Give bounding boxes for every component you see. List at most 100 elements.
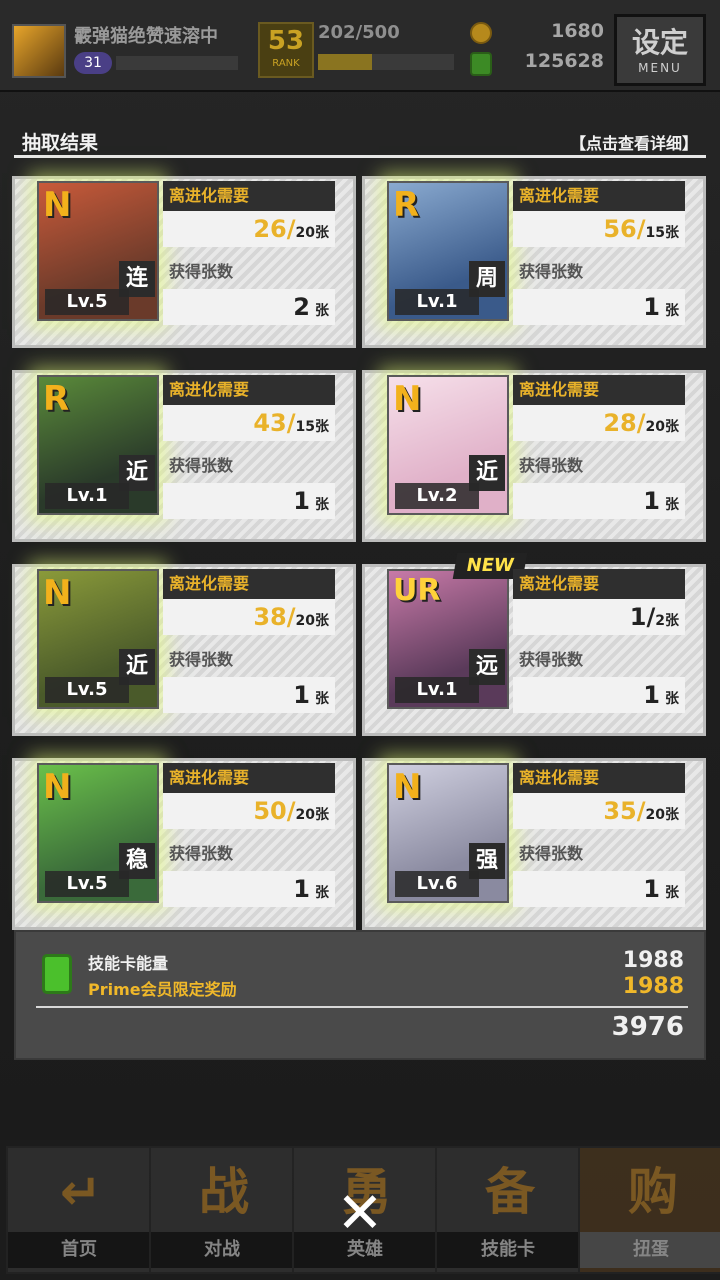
reward-bonus-label: Prime会员限定奖励 (88, 980, 237, 999)
result-card[interactable]: N 近 Lv.5 离进化需要 38/20张 获得张数 1 张 (12, 564, 356, 736)
card-thumbnail[interactable]: N 近 Lv.5 (37, 569, 159, 709)
rarity-badge: N (393, 379, 422, 419)
evolve-separator: / (286, 797, 296, 825)
unit-label: 张 (665, 303, 679, 319)
evolve-progress: 50/20张 (163, 793, 335, 829)
settings-menu-button[interactable]: 设定 MENU (614, 14, 706, 86)
evolve-separator: / (646, 603, 656, 631)
evolve-progress: 28/20张 (513, 405, 685, 441)
evolve-separator: / (636, 797, 646, 825)
card-thumbnail[interactable]: UR 远 Lv.1 (387, 569, 509, 709)
card-level: Lv.5 (45, 871, 129, 897)
stamina-text: 202/500 (318, 22, 400, 43)
unit-label: 张 (315, 225, 329, 241)
rarity-badge: N (393, 767, 422, 807)
obtained-count-label: 获得张数 (519, 262, 584, 281)
evolve-progress: 26/20张 (163, 211, 335, 247)
card-level: Lv.2 (395, 483, 479, 509)
card-thumbnail[interactable]: N 强 Lv.6 (387, 763, 509, 903)
obtained-number: 1 (643, 875, 660, 903)
evolve-have: 56 (603, 215, 637, 243)
energy-can-icon (470, 52, 492, 76)
unit-label: 张 (665, 419, 679, 435)
divider (36, 1006, 688, 1008)
evolve-have: 38 (253, 603, 287, 631)
evolve-need: 20 (645, 419, 665, 435)
unit-label: 张 (315, 419, 329, 435)
evolve-need: 15 (295, 419, 315, 435)
stamina-bar (318, 54, 454, 70)
player-avatar[interactable] (12, 24, 66, 78)
evolve-need: 20 (645, 807, 665, 823)
nav-item[interactable]: ↵ 首页 (6, 1146, 152, 1274)
menu-button-title: 设定 (631, 26, 688, 59)
card-thumbnail[interactable]: R 周 Lv.1 (387, 181, 509, 321)
obtained-number: 1 (293, 487, 310, 515)
evolve-need: 15 (645, 225, 665, 241)
result-card[interactable]: UR 远 Lv.1 NEW 离进化需要 1/2张 获得张数 1 张 (362, 553, 706, 736)
nav-item[interactable]: 战 对战 (149, 1146, 295, 1274)
result-card[interactable]: N 近 Lv.2 离进化需要 28/20张 获得张数 1 张 (362, 370, 706, 542)
nav-item[interactable]: 备 技能卡 (435, 1146, 581, 1274)
unit-label: 张 (665, 225, 679, 241)
evolve-requirement-label: 离进化需要 (513, 181, 685, 211)
evolve-progress: 43/15张 (163, 405, 335, 441)
nav-label: 技能卡 (437, 1232, 579, 1268)
menu-button-sub: MENU (638, 61, 682, 75)
obtained-count-label: 获得张数 (169, 844, 234, 863)
result-card[interactable]: R 周 Lv.1 离进化需要 56/15张 获得张数 1 张 (362, 176, 706, 348)
evolve-progress: 35/20张 (513, 793, 685, 829)
page-title: 抽取结果 (22, 132, 99, 154)
unit-label: 张 (315, 497, 329, 513)
evolve-progress: 56/15张 (513, 211, 685, 247)
obtained-number: 2 (293, 293, 310, 321)
card-thumbnail[interactable]: N 连 Lv.5 (37, 181, 159, 321)
evolve-need: 20 (295, 807, 315, 823)
obtained-number: 1 (293, 875, 310, 903)
evolve-requirement-label: 离进化需要 (513, 375, 685, 405)
rarity-badge: N (43, 767, 72, 807)
evolve-requirement-label: 离进化需要 (163, 181, 335, 211)
nav-icon: 备 (485, 1163, 535, 1221)
obtained-count: 1 张 (163, 871, 335, 907)
rarity-badge: R (393, 185, 420, 225)
result-card[interactable]: N 稳 Lv.5 离进化需要 50/20张 获得张数 1 张 (12, 758, 356, 930)
obtained-count-label: 获得张数 (169, 456, 234, 475)
reward-panel: 技能卡能量 Prime会员限定奖励 1988 1988 3976 (14, 930, 706, 1060)
evolve-separator: / (286, 409, 296, 437)
coin-icon (470, 22, 492, 44)
obtained-count: 1 张 (513, 677, 685, 713)
evolve-requirement-label: 离进化需要 (513, 763, 685, 793)
view-details-link[interactable]: 【点击查看详细】 (570, 130, 698, 154)
result-card[interactable]: N 连 Lv.5 离进化需要 26/20张 获得张数 2 张 (12, 176, 356, 348)
card-thumbnail[interactable]: N 稳 Lv.5 (37, 763, 159, 903)
unit-label: 张 (315, 691, 329, 707)
evolve-requirement-label: 离进化需要 (163, 763, 335, 793)
close-button[interactable]: ✕ (330, 1184, 390, 1244)
evolve-need: 20 (295, 225, 315, 241)
result-card[interactable]: N 强 Lv.6 离进化需要 35/20张 获得张数 1 张 (362, 758, 706, 930)
unit-label: 张 (665, 613, 679, 629)
card-thumbnail[interactable]: R 近 Lv.1 (37, 375, 159, 515)
evolve-need: 20 (295, 613, 315, 629)
card-thumbnail[interactable]: N 近 Lv.2 (387, 375, 509, 515)
rarity-badge: R (43, 379, 70, 419)
obtained-count-label: 获得张数 (169, 262, 234, 281)
obtained-count: 1 张 (513, 483, 685, 519)
unit-label: 张 (665, 691, 679, 707)
evolve-separator: / (636, 215, 646, 243)
energy-count: 125628 (524, 50, 604, 72)
obtained-number: 1 (643, 293, 660, 321)
obtained-number: 1 (643, 487, 660, 515)
reward-bonus-value: 1988 (622, 974, 684, 999)
nav-item[interactable]: 购 扭蛋 (578, 1146, 720, 1274)
obtained-number: 1 (293, 681, 310, 709)
obtained-count: 1 张 (513, 871, 685, 907)
obtained-count-label: 获得张数 (169, 650, 234, 669)
evolve-have: 1 (629, 603, 647, 631)
evolve-have: 50 (253, 797, 287, 825)
evolve-have: 26 (253, 215, 287, 243)
obtained-count: 2 张 (163, 289, 335, 325)
obtained-count-label: 获得张数 (519, 456, 584, 475)
result-card[interactable]: R 近 Lv.1 离进化需要 43/15张 获得张数 1 张 (12, 370, 356, 542)
